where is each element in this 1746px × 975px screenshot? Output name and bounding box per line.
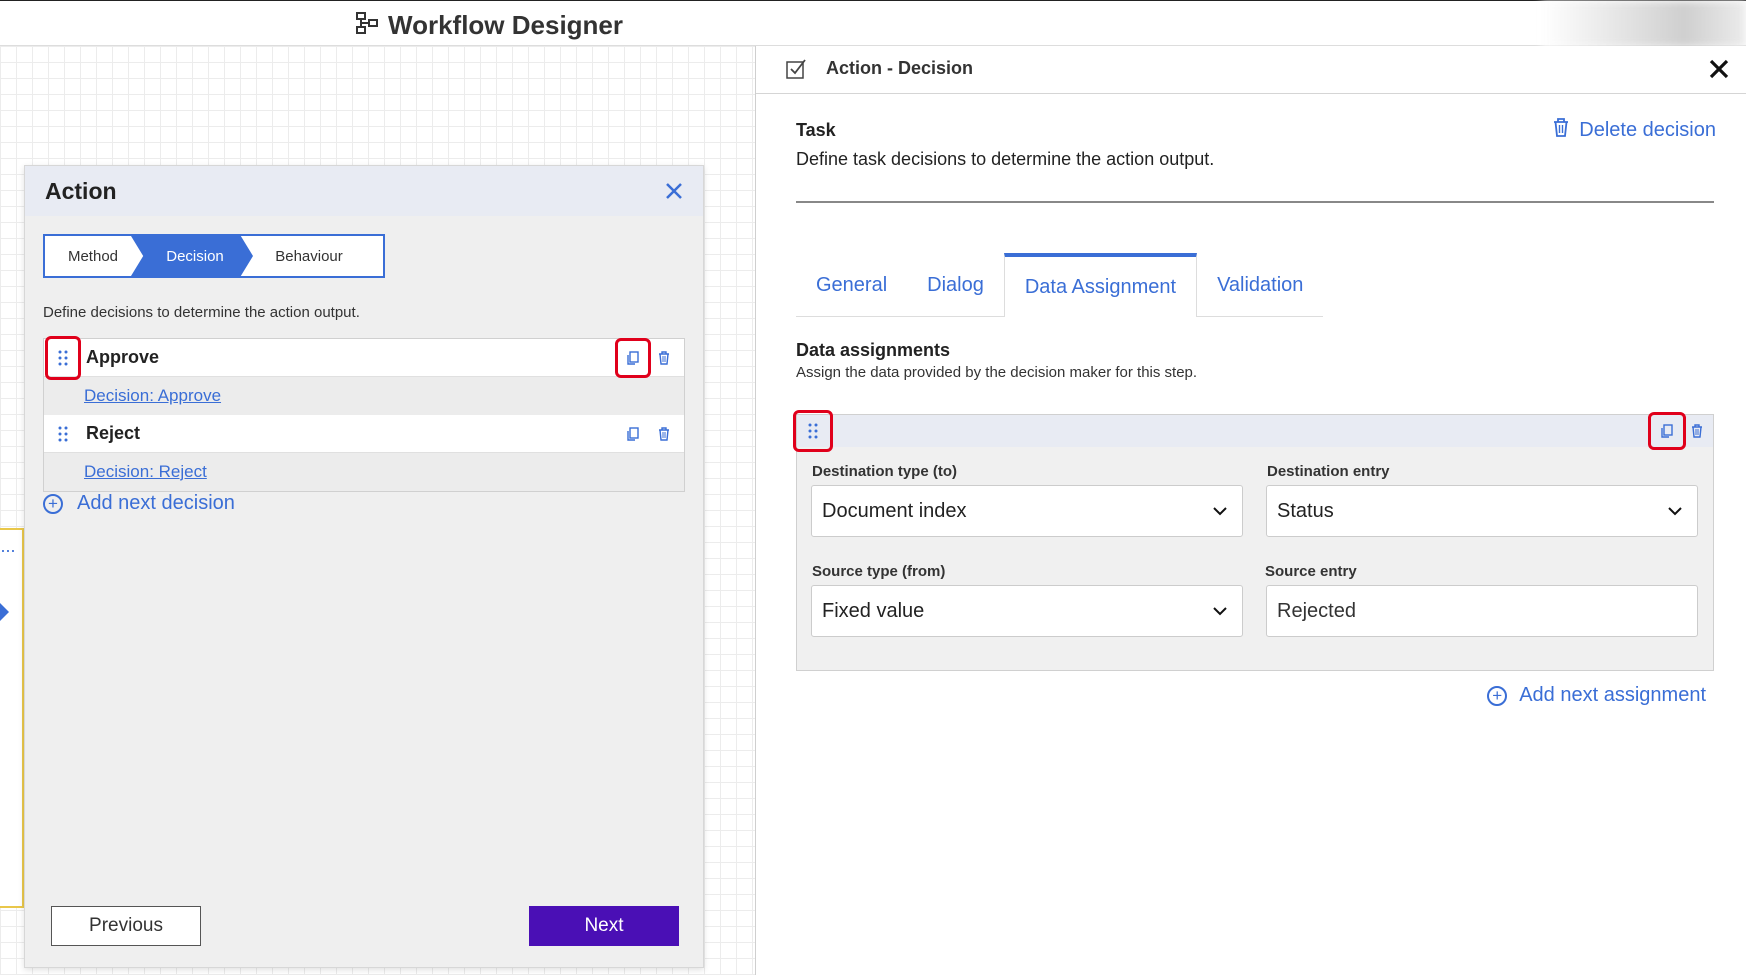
tab-general[interactable]: General <box>796 253 907 317</box>
chevron-down-icon <box>1213 507 1227 516</box>
plus-circle-icon: + <box>43 493 63 514</box>
step-method[interactable]: Method <box>45 236 141 276</box>
decision-row[interactable]: Reject <box>44 415 684 453</box>
detail-panel-title: Action - Decision <box>826 58 974 78</box>
next-button[interactable]: Next <box>529 906 679 946</box>
app-header: Workflow Designer <box>0 0 1746 47</box>
step-decision[interactable]: Decision <box>131 236 253 276</box>
source-type-value: Fixed value <box>822 599 925 622</box>
copy-icon[interactable] <box>618 424 648 444</box>
decision-detail-panel: Action - Decision Task Define task decis… <box>755 46 1746 975</box>
more-icon[interactable]: ··· <box>0 540 16 561</box>
assignment-card: Destination type (to) Document index Des… <box>793 410 1714 671</box>
action-panel-title: Action <box>45 177 117 204</box>
drag-handle-icon[interactable] <box>48 415 78 453</box>
trash-icon[interactable] <box>654 424 674 444</box>
source-entry-label: Source entry <box>1265 563 1357 580</box>
connector-arrow-icon <box>0 603 9 621</box>
action-panel-header: Action <box>25 166 703 216</box>
add-assignment-label: Add next assignment <box>1519 684 1706 706</box>
checkbox-icon <box>786 59 806 79</box>
drag-handle-icon[interactable] <box>45 335 81 380</box>
app-title-text: Workflow Designer <box>388 10 624 40</box>
step-indicator: Method Decision Behaviour <box>43 234 385 278</box>
action-panel: Action Method Decision Behaviour Define … <box>24 165 704 968</box>
workflow-icon <box>356 10 378 41</box>
previous-button[interactable]: Previous <box>51 906 201 946</box>
add-decision-label: Add next decision <box>77 492 235 514</box>
delete-decision-label: Delete decision <box>1579 119 1716 141</box>
task-description: Define task decisions to determine the a… <box>796 149 1215 169</box>
decision-list: Approve Decision: Approve Reject Decisio… <box>43 335 685 492</box>
destination-entry-label: Destination entry <box>1267 463 1390 480</box>
step-behaviour[interactable]: Behaviour <box>249 236 369 276</box>
task-label: Task <box>796 120 836 140</box>
add-decision-button[interactable]: + Add next decision <box>43 492 235 515</box>
action-panel-description: Define decisions to determine the action… <box>43 304 360 321</box>
source-type-label: Source type (from) <box>812 563 946 580</box>
decision-link[interactable]: Decision: Reject <box>44 453 684 491</box>
decision-name: Approve <box>86 347 160 367</box>
drag-handle-icon[interactable] <box>793 410 833 452</box>
assignment-card-header <box>793 410 1713 452</box>
blurred-region <box>1541 1 1746 47</box>
chevron-down-icon <box>1668 507 1682 516</box>
copy-icon[interactable] <box>615 338 651 378</box>
trash-icon <box>1553 118 1569 143</box>
section-title: Data assignments <box>796 340 951 360</box>
destination-type-value: Document index <box>822 499 967 522</box>
trash-icon[interactable] <box>654 348 674 368</box>
tab-dialog[interactable]: Dialog <box>907 253 1004 317</box>
tab-data-assignment[interactable]: Data Assignment <box>1003 253 1198 317</box>
plus-circle-icon: + <box>1487 685 1508 706</box>
app-title: Workflow Designer <box>356 10 623 41</box>
copy-icon[interactable] <box>1648 412 1686 450</box>
destination-type-label: Destination type (to) <box>812 463 957 480</box>
decision-name: Reject <box>86 423 141 443</box>
delete-decision-button[interactable]: Delete decision <box>1553 118 1716 143</box>
close-icon[interactable] <box>665 178 683 204</box>
section-description: Assign the data provided by the decision… <box>796 364 1198 381</box>
detail-panel-header: Action - Decision <box>756 46 1746 94</box>
destination-type-select[interactable]: Document index <box>811 485 1243 537</box>
source-type-select[interactable]: Fixed value <box>811 585 1243 637</box>
decision-link[interactable]: Decision: Approve <box>44 377 684 415</box>
destination-entry-value: Status <box>1277 499 1334 522</box>
detail-tabs: General Dialog Data Assignment Validatio… <box>796 253 1324 317</box>
tab-validation[interactable]: Validation <box>1197 253 1323 317</box>
trash-icon[interactable] <box>1687 421 1707 441</box>
source-entry-field[interactable] <box>1266 585 1698 637</box>
divider <box>796 201 1714 203</box>
destination-entry-select[interactable]: Status <box>1266 485 1698 537</box>
canvas-node[interactable] <box>0 528 24 908</box>
close-icon[interactable] <box>1708 52 1730 87</box>
chevron-down-icon <box>1213 607 1227 616</box>
add-assignment-button[interactable]: + Add next assignment <box>1487 684 1706 707</box>
decision-row[interactable]: Approve <box>44 335 684 380</box>
